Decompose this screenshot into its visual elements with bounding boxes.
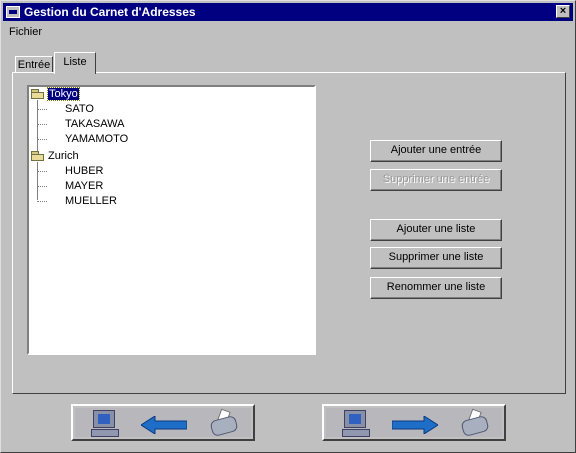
- tree-item[interactable]: TAKASAWA: [65, 117, 125, 131]
- tab-entree[interactable]: Entrée: [15, 56, 53, 73]
- tree-line: [37, 201, 47, 202]
- tree-line: [37, 100, 38, 152]
- tree-group-tokyo[interactable]: Tokyo: [47, 87, 80, 101]
- tree-line: [37, 139, 47, 140]
- tree-group-zurich[interactable]: Zurich: [48, 149, 79, 163]
- tree-line: [37, 186, 47, 187]
- tree-line: [37, 109, 47, 110]
- menu-fichier[interactable]: Fichier: [5, 26, 46, 38]
- menu-bar: Fichier: [5, 24, 46, 40]
- title-bar[interactable]: Gestion du Carnet d'Adresses ×: [3, 3, 573, 21]
- main-window: Gestion du Carnet d'Adresses × Fichier E…: [0, 0, 576, 453]
- forward-button[interactable]: [322, 404, 506, 441]
- computer-icon: [342, 410, 370, 438]
- window-title: Gestion du Carnet d'Adresses: [24, 5, 196, 19]
- tree-item[interactable]: MAYER: [65, 179, 103, 193]
- arrow-right-icon: [392, 416, 438, 434]
- tree-line: [37, 163, 38, 200]
- tree-group-label: Tokyo: [47, 87, 80, 101]
- tree-item[interactable]: HUBER: [65, 164, 104, 178]
- delete-entry-button[interactable]: Supprimer une entrée: [370, 169, 502, 191]
- delete-list-button[interactable]: Supprimer une liste: [370, 247, 502, 269]
- arrow-left-icon: [141, 416, 187, 434]
- navigation-bar: [12, 398, 566, 448]
- tree-line: [37, 171, 47, 172]
- fax-icon: [209, 408, 239, 438]
- back-button[interactable]: [71, 404, 255, 441]
- tree-item[interactable]: SATO: [65, 102, 94, 116]
- add-list-button[interactable]: Ajouter une liste: [370, 219, 502, 241]
- fax-icon: [460, 408, 490, 438]
- tree-line: [37, 124, 47, 125]
- add-entry-button[interactable]: Ajouter une entrée: [370, 140, 502, 162]
- folder-open-icon: [31, 151, 45, 161]
- folder-open-icon: [31, 89, 45, 99]
- rename-list-button[interactable]: Renommer une liste: [370, 277, 502, 299]
- tree-item[interactable]: YAMAMOTO: [65, 132, 128, 146]
- tab-liste[interactable]: Liste: [54, 52, 96, 74]
- app-icon: [6, 6, 20, 18]
- tree-item[interactable]: MUELLER: [65, 194, 117, 208]
- address-tree[interactable]: Tokyo SATO TAKASAWA YAMAMOTO Zurich HUBE…: [27, 85, 316, 355]
- close-button[interactable]: ×: [556, 5, 570, 18]
- computer-icon: [91, 410, 119, 438]
